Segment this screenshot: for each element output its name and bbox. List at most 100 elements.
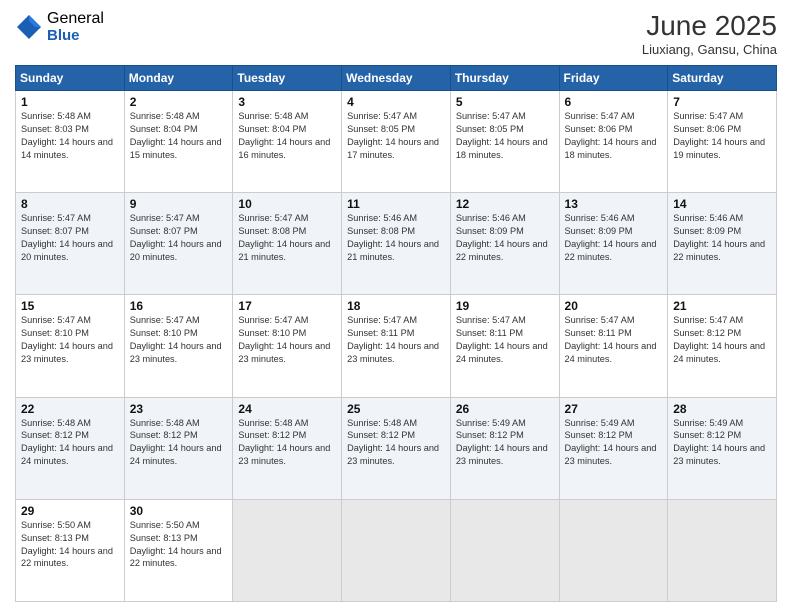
calendar-cell: 23 Sunrise: 5:48 AM Sunset: 8:12 PM Dayl… (124, 397, 233, 499)
day-info: Sunrise: 5:47 AM Sunset: 8:05 PM Dayligh… (456, 110, 554, 162)
calendar-cell: 20 Sunrise: 5:47 AM Sunset: 8:11 PM Dayl… (559, 295, 668, 397)
day-number: 7 (673, 95, 771, 109)
calendar-cell (233, 499, 342, 601)
day-info: Sunrise: 5:47 AM Sunset: 8:06 PM Dayligh… (673, 110, 771, 162)
day-number: 23 (130, 402, 228, 416)
calendar-cell: 25 Sunrise: 5:48 AM Sunset: 8:12 PM Dayl… (342, 397, 451, 499)
weekday-wednesday: Wednesday (342, 66, 451, 91)
day-number: 6 (565, 95, 663, 109)
calendar-cell: 30 Sunrise: 5:50 AM Sunset: 8:13 PM Dayl… (124, 499, 233, 601)
day-info: Sunrise: 5:47 AM Sunset: 8:10 PM Dayligh… (21, 314, 119, 366)
week-row-2: 8 Sunrise: 5:47 AM Sunset: 8:07 PM Dayli… (16, 193, 777, 295)
day-info: Sunrise: 5:47 AM Sunset: 8:11 PM Dayligh… (456, 314, 554, 366)
day-info: Sunrise: 5:50 AM Sunset: 8:13 PM Dayligh… (21, 519, 119, 571)
logo-text: General Blue (47, 10, 104, 44)
calendar-cell: 18 Sunrise: 5:47 AM Sunset: 8:11 PM Dayl… (342, 295, 451, 397)
calendar-cell: 24 Sunrise: 5:48 AM Sunset: 8:12 PM Dayl… (233, 397, 342, 499)
day-number: 22 (21, 402, 119, 416)
calendar-cell: 19 Sunrise: 5:47 AM Sunset: 8:11 PM Dayl… (450, 295, 559, 397)
calendar-cell: 1 Sunrise: 5:48 AM Sunset: 8:03 PM Dayli… (16, 91, 125, 193)
day-number: 15 (21, 299, 119, 313)
calendar-cell: 22 Sunrise: 5:48 AM Sunset: 8:12 PM Dayl… (16, 397, 125, 499)
day-info: Sunrise: 5:48 AM Sunset: 8:03 PM Dayligh… (21, 110, 119, 162)
day-number: 4 (347, 95, 445, 109)
page: General Blue June 2025 Liuxiang, Gansu, … (0, 0, 792, 612)
day-info: Sunrise: 5:47 AM Sunset: 8:07 PM Dayligh… (130, 212, 228, 264)
day-number: 29 (21, 504, 119, 518)
day-number: 16 (130, 299, 228, 313)
logo: General Blue (15, 10, 104, 44)
week-row-3: 15 Sunrise: 5:47 AM Sunset: 8:10 PM Dayl… (16, 295, 777, 397)
calendar-cell: 15 Sunrise: 5:47 AM Sunset: 8:10 PM Dayl… (16, 295, 125, 397)
day-number: 30 (130, 504, 228, 518)
calendar-cell: 14 Sunrise: 5:46 AM Sunset: 8:09 PM Dayl… (668, 193, 777, 295)
day-info: Sunrise: 5:47 AM Sunset: 8:11 PM Dayligh… (565, 314, 663, 366)
calendar-cell: 3 Sunrise: 5:48 AM Sunset: 8:04 PM Dayli… (233, 91, 342, 193)
day-info: Sunrise: 5:49 AM Sunset: 8:12 PM Dayligh… (456, 417, 554, 469)
day-number: 5 (456, 95, 554, 109)
calendar-cell: 8 Sunrise: 5:47 AM Sunset: 8:07 PM Dayli… (16, 193, 125, 295)
logo-blue: Blue (47, 28, 104, 45)
day-info: Sunrise: 5:48 AM Sunset: 8:04 PM Dayligh… (130, 110, 228, 162)
title-block: June 2025 Liuxiang, Gansu, China (642, 10, 777, 57)
calendar-cell: 9 Sunrise: 5:47 AM Sunset: 8:07 PM Dayli… (124, 193, 233, 295)
weekday-tuesday: Tuesday (233, 66, 342, 91)
calendar-cell: 27 Sunrise: 5:49 AM Sunset: 8:12 PM Dayl… (559, 397, 668, 499)
calendar-cell (559, 499, 668, 601)
day-info: Sunrise: 5:47 AM Sunset: 8:10 PM Dayligh… (130, 314, 228, 366)
day-number: 24 (238, 402, 336, 416)
day-info: Sunrise: 5:47 AM Sunset: 8:12 PM Dayligh… (673, 314, 771, 366)
day-number: 28 (673, 402, 771, 416)
weekday-friday: Friday (559, 66, 668, 91)
calendar-cell: 11 Sunrise: 5:46 AM Sunset: 8:08 PM Dayl… (342, 193, 451, 295)
calendar-cell: 21 Sunrise: 5:47 AM Sunset: 8:12 PM Dayl… (668, 295, 777, 397)
day-number: 8 (21, 197, 119, 211)
day-number: 12 (456, 197, 554, 211)
day-number: 13 (565, 197, 663, 211)
day-info: Sunrise: 5:46 AM Sunset: 8:09 PM Dayligh… (673, 212, 771, 264)
calendar-cell: 5 Sunrise: 5:47 AM Sunset: 8:05 PM Dayli… (450, 91, 559, 193)
calendar-cell: 4 Sunrise: 5:47 AM Sunset: 8:05 PM Dayli… (342, 91, 451, 193)
weekday-sunday: Sunday (16, 66, 125, 91)
day-number: 14 (673, 197, 771, 211)
day-number: 27 (565, 402, 663, 416)
day-info: Sunrise: 5:46 AM Sunset: 8:09 PM Dayligh… (565, 212, 663, 264)
calendar-cell: 13 Sunrise: 5:46 AM Sunset: 8:09 PM Dayl… (559, 193, 668, 295)
day-info: Sunrise: 5:48 AM Sunset: 8:12 PM Dayligh… (21, 417, 119, 469)
day-number: 2 (130, 95, 228, 109)
logo-general: General (47, 10, 104, 28)
day-info: Sunrise: 5:47 AM Sunset: 8:05 PM Dayligh… (347, 110, 445, 162)
day-info: Sunrise: 5:47 AM Sunset: 8:06 PM Dayligh… (565, 110, 663, 162)
calendar-cell: 12 Sunrise: 5:46 AM Sunset: 8:09 PM Dayl… (450, 193, 559, 295)
day-number: 11 (347, 197, 445, 211)
week-row-1: 1 Sunrise: 5:48 AM Sunset: 8:03 PM Dayli… (16, 91, 777, 193)
day-info: Sunrise: 5:50 AM Sunset: 8:13 PM Dayligh… (130, 519, 228, 571)
calendar-cell: 17 Sunrise: 5:47 AM Sunset: 8:10 PM Dayl… (233, 295, 342, 397)
day-number: 17 (238, 299, 336, 313)
calendar-cell: 28 Sunrise: 5:49 AM Sunset: 8:12 PM Dayl… (668, 397, 777, 499)
weekday-header-row: SundayMondayTuesdayWednesdayThursdayFrid… (16, 66, 777, 91)
day-info: Sunrise: 5:46 AM Sunset: 8:08 PM Dayligh… (347, 212, 445, 264)
calendar-table: SundayMondayTuesdayWednesdayThursdayFrid… (15, 65, 777, 602)
day-number: 9 (130, 197, 228, 211)
day-info: Sunrise: 5:46 AM Sunset: 8:09 PM Dayligh… (456, 212, 554, 264)
day-number: 18 (347, 299, 445, 313)
calendar-cell: 26 Sunrise: 5:49 AM Sunset: 8:12 PM Dayl… (450, 397, 559, 499)
location: Liuxiang, Gansu, China (642, 42, 777, 57)
day-info: Sunrise: 5:47 AM Sunset: 8:10 PM Dayligh… (238, 314, 336, 366)
day-info: Sunrise: 5:49 AM Sunset: 8:12 PM Dayligh… (565, 417, 663, 469)
calendar-cell: 2 Sunrise: 5:48 AM Sunset: 8:04 PM Dayli… (124, 91, 233, 193)
day-number: 20 (565, 299, 663, 313)
day-number: 1 (21, 95, 119, 109)
calendar-cell: 6 Sunrise: 5:47 AM Sunset: 8:06 PM Dayli… (559, 91, 668, 193)
day-info: Sunrise: 5:48 AM Sunset: 8:12 PM Dayligh… (238, 417, 336, 469)
day-number: 21 (673, 299, 771, 313)
weekday-saturday: Saturday (668, 66, 777, 91)
day-number: 25 (347, 402, 445, 416)
calendar-cell (668, 499, 777, 601)
weekday-thursday: Thursday (450, 66, 559, 91)
calendar-cell (450, 499, 559, 601)
day-info: Sunrise: 5:49 AM Sunset: 8:12 PM Dayligh… (673, 417, 771, 469)
weekday-monday: Monday (124, 66, 233, 91)
week-row-4: 22 Sunrise: 5:48 AM Sunset: 8:12 PM Dayl… (16, 397, 777, 499)
